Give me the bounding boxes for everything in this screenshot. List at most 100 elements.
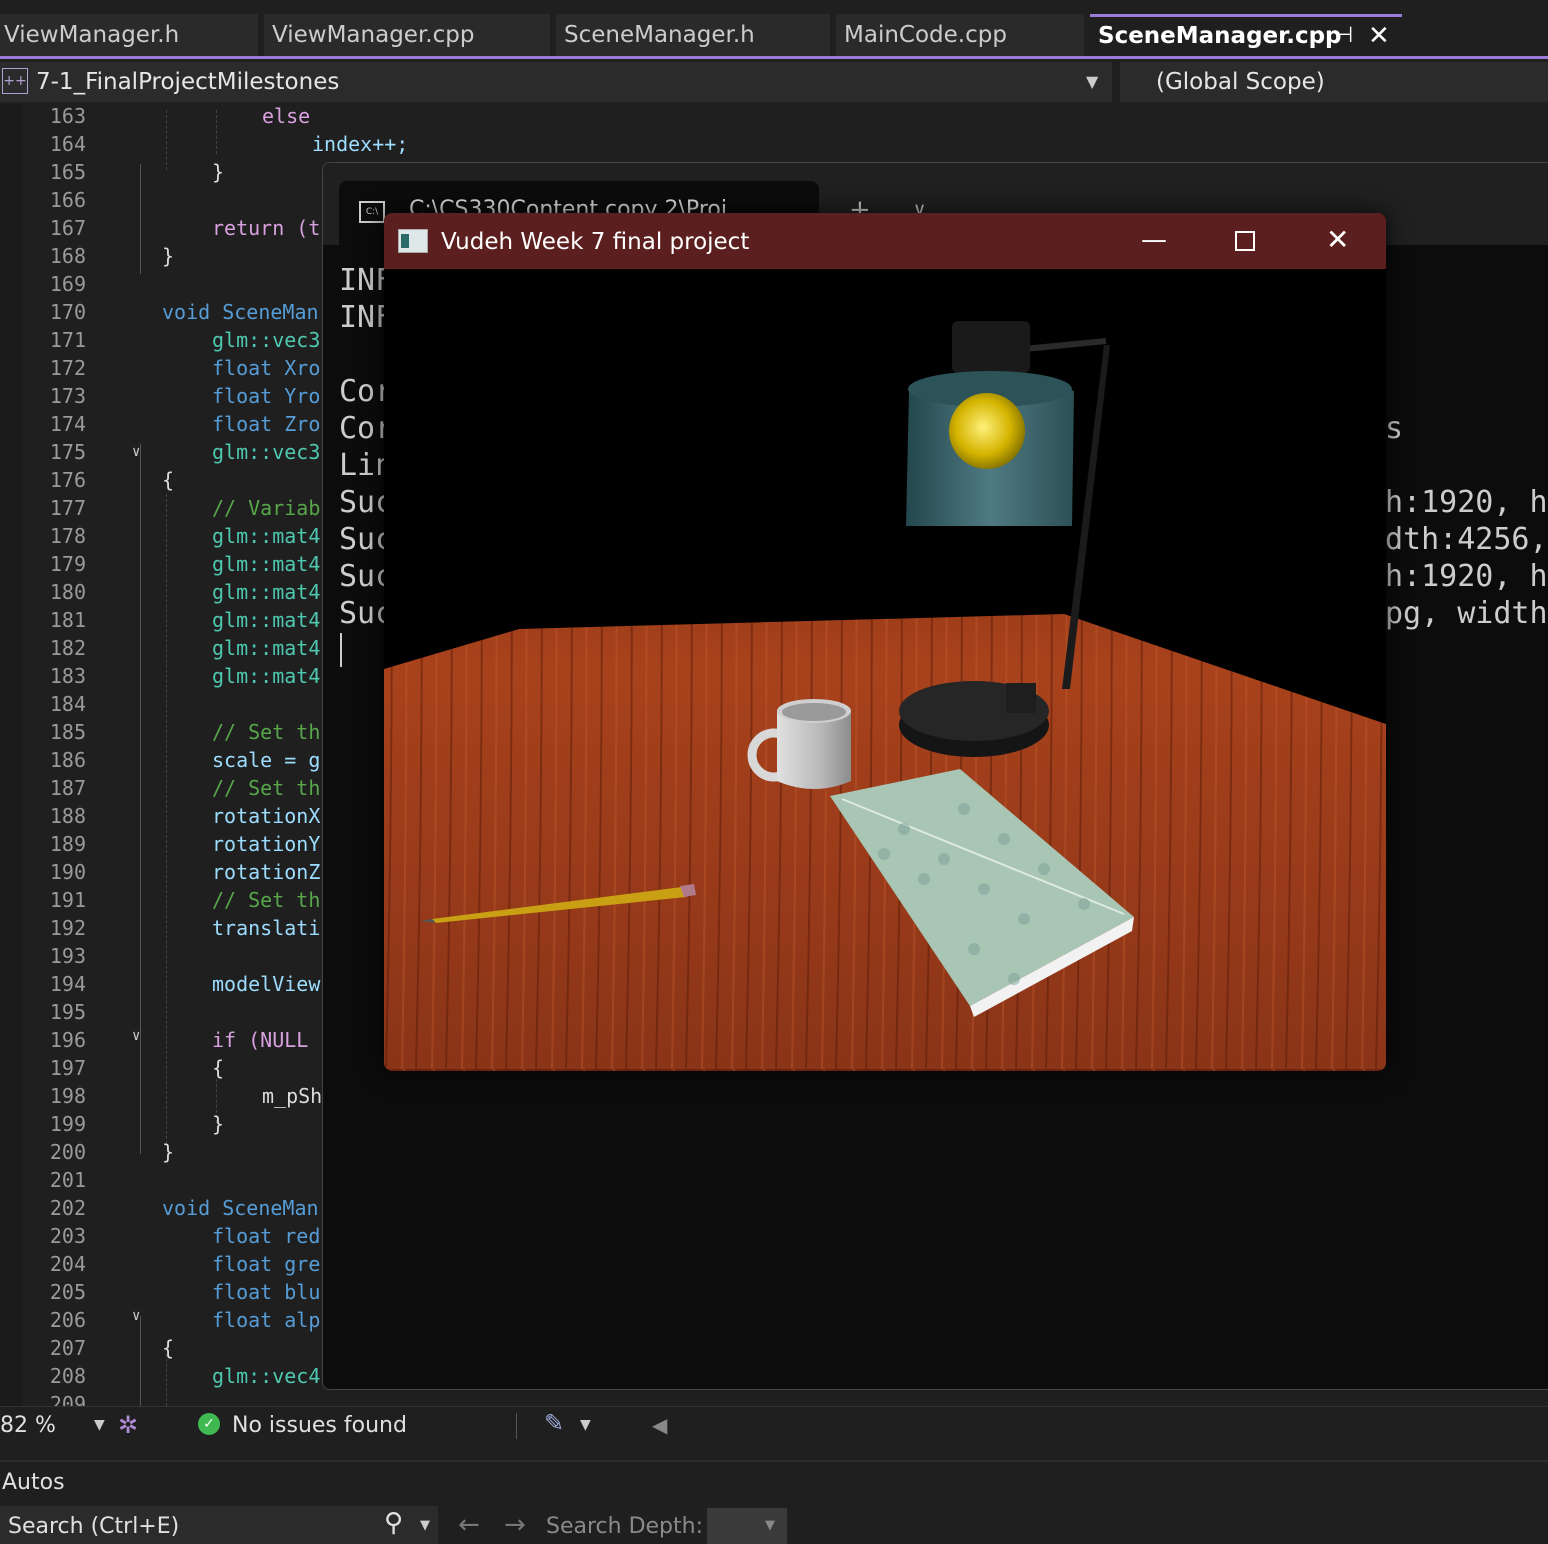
editor-status-bar: 82 % ▼ ✲ ✓ No issues found ✎ ▼ ◀ xyxy=(0,1406,1548,1449)
issues-status[interactable]: No issues found xyxy=(232,1413,407,1438)
code-line: { xyxy=(162,1336,175,1360)
zoom-level[interactable]: 82 % xyxy=(0,1413,56,1438)
line-number: 187 xyxy=(49,776,86,800)
console-line: pg, width xyxy=(1385,596,1548,631)
line-number: 176 xyxy=(49,468,86,492)
line-number: 163 xyxy=(49,104,86,128)
line-number: 205 xyxy=(49,1280,86,1304)
project-dropdown[interactable]: ++ 7-1_FinalProjectMilestones ▼ xyxy=(0,62,1112,102)
code-line: } xyxy=(212,160,225,184)
code-line: // Set th xyxy=(212,776,321,800)
close-icon[interactable]: ✕ xyxy=(1326,223,1349,256)
tab-viewmanager-cpp[interactable]: ViewManager.cpp xyxy=(264,14,550,56)
code-line: glm::mat4 xyxy=(212,664,321,688)
fold-chevron-icon[interactable]: ∨ xyxy=(132,444,140,460)
autos-search-box[interactable]: Search (Ctrl+E) ⚲ ▼ xyxy=(0,1506,438,1544)
line-number: 208 xyxy=(49,1364,86,1388)
tab-scenemanager-h[interactable]: SceneManager.h xyxy=(556,14,830,56)
back-arrow-icon[interactable]: ← xyxy=(458,1510,480,1540)
search-placeholder: Search (Ctrl+E) xyxy=(8,1514,180,1539)
code-line: rotationY xyxy=(212,832,321,856)
divider xyxy=(516,1413,517,1439)
pin-icon[interactable]: ⊣ xyxy=(1334,17,1353,55)
code-line: float red xyxy=(212,1224,321,1248)
line-number: 177 xyxy=(49,496,86,520)
minimize-icon[interactable]: — xyxy=(1141,225,1167,255)
scope-guide xyxy=(140,444,141,1154)
indent-guide xyxy=(166,1354,167,1406)
fold-chevron-icon[interactable]: ∨ xyxy=(132,1028,140,1044)
code-line: void SceneMan xyxy=(162,1196,319,1220)
chevron-down-icon[interactable]: ▼ xyxy=(94,1417,105,1433)
scope-guide xyxy=(140,164,141,274)
rendered-3d-scene xyxy=(384,269,1386,1071)
tab-label: SceneManager.cpp xyxy=(1098,23,1342,49)
line-number: 169 xyxy=(49,272,86,296)
maximize-icon[interactable] xyxy=(1235,231,1255,251)
line-number: 190 xyxy=(49,860,86,884)
chevron-down-icon[interactable]: ▼ xyxy=(420,1518,430,1533)
code-line: rotationX xyxy=(212,804,321,828)
project-icon: ++ xyxy=(2,68,28,94)
code-line: glm::vec4 xyxy=(212,1364,321,1388)
console-line: h:1920, h xyxy=(1385,485,1548,520)
line-number: 178 xyxy=(49,524,86,548)
line-number: 204 xyxy=(49,1252,86,1276)
line-number: 191 xyxy=(49,888,86,912)
tab-maincode-cpp[interactable]: MainCode.cpp xyxy=(836,14,1084,56)
chevron-down-icon: ▼ xyxy=(765,1518,775,1533)
code-line: else xyxy=(262,104,311,128)
fold-chevron-icon[interactable]: ∨ xyxy=(132,1308,140,1324)
indent-guide xyxy=(166,494,167,1144)
line-number: 182 xyxy=(49,636,86,660)
line-number: 201 xyxy=(49,1168,86,1192)
light-bulb xyxy=(949,393,1025,469)
app-icon xyxy=(398,229,428,253)
line-number: 203 xyxy=(49,1224,86,1248)
line-number: 170 xyxy=(49,300,86,324)
autos-panel-header: Autos xyxy=(0,1460,1548,1506)
scope-name: (Global Scope) xyxy=(1156,69,1325,95)
check-circle-icon: ✓ xyxy=(198,1413,220,1435)
code-line: if (NULL xyxy=(212,1028,309,1052)
code-line: glm::mat4 xyxy=(212,608,321,632)
search-icon[interactable]: ⚲ xyxy=(384,1508,403,1538)
code-line: glm::mat4 xyxy=(212,552,321,576)
line-number: 174 xyxy=(49,412,86,436)
line-number: 173 xyxy=(49,384,86,408)
line-number: 172 xyxy=(49,356,86,380)
code-cleanup-icon[interactable]: ✎ xyxy=(544,1409,564,1437)
tab-scenemanager-cpp[interactable]: SceneManager.cpp ⊣ ✕ xyxy=(1090,14,1402,56)
line-number: 167 xyxy=(49,216,86,240)
line-number: 179 xyxy=(49,552,86,576)
tab-viewmanager-h[interactable]: ViewManager.h xyxy=(0,14,258,56)
chevron-down-icon[interactable]: ▼ xyxy=(580,1417,591,1433)
code-line: glm::mat4 xyxy=(212,524,321,548)
intellicode-icon[interactable]: ✲ xyxy=(118,1411,138,1439)
tab-label: SceneManager.h xyxy=(564,22,755,48)
line-number: 188 xyxy=(49,804,86,828)
scope-dropdown[interactable]: (Global Scope) xyxy=(1120,62,1548,102)
code-line: float gre xyxy=(212,1252,321,1276)
line-number: 207 xyxy=(49,1336,86,1360)
line-number: 175 xyxy=(49,440,86,464)
line-number: 206 xyxy=(49,1308,86,1332)
opengl-title-bar[interactable]: Vudeh Week 7 final project — ✕ xyxy=(384,213,1386,269)
line-number: 197 xyxy=(49,1056,86,1080)
code-line: return (t xyxy=(212,216,321,240)
line-number: 171 xyxy=(49,328,86,352)
scroll-left-icon[interactable]: ◀ xyxy=(652,1413,667,1437)
line-number: 166 xyxy=(49,188,86,212)
line-number: 186 xyxy=(49,748,86,772)
search-depth-dropdown[interactable]: ▼ xyxy=(707,1508,787,1544)
tab-label: MainCode.cpp xyxy=(844,22,1007,48)
code-line: modelView xyxy=(212,972,321,996)
line-number: 196 xyxy=(49,1028,86,1052)
close-icon[interactable]: ✕ xyxy=(1368,17,1390,55)
forward-arrow-icon[interactable]: → xyxy=(504,1510,526,1540)
code-line: // Set th xyxy=(212,720,321,744)
line-number: 202 xyxy=(49,1196,86,1220)
console-line: dth:4256, xyxy=(1385,522,1548,557)
autos-toolbar: Search (Ctrl+E) ⚲ ▼ ← → Search Depth: ▼ xyxy=(0,1506,1548,1544)
opengl-window[interactable]: Vudeh Week 7 final project — ✕ xyxy=(384,213,1386,1071)
